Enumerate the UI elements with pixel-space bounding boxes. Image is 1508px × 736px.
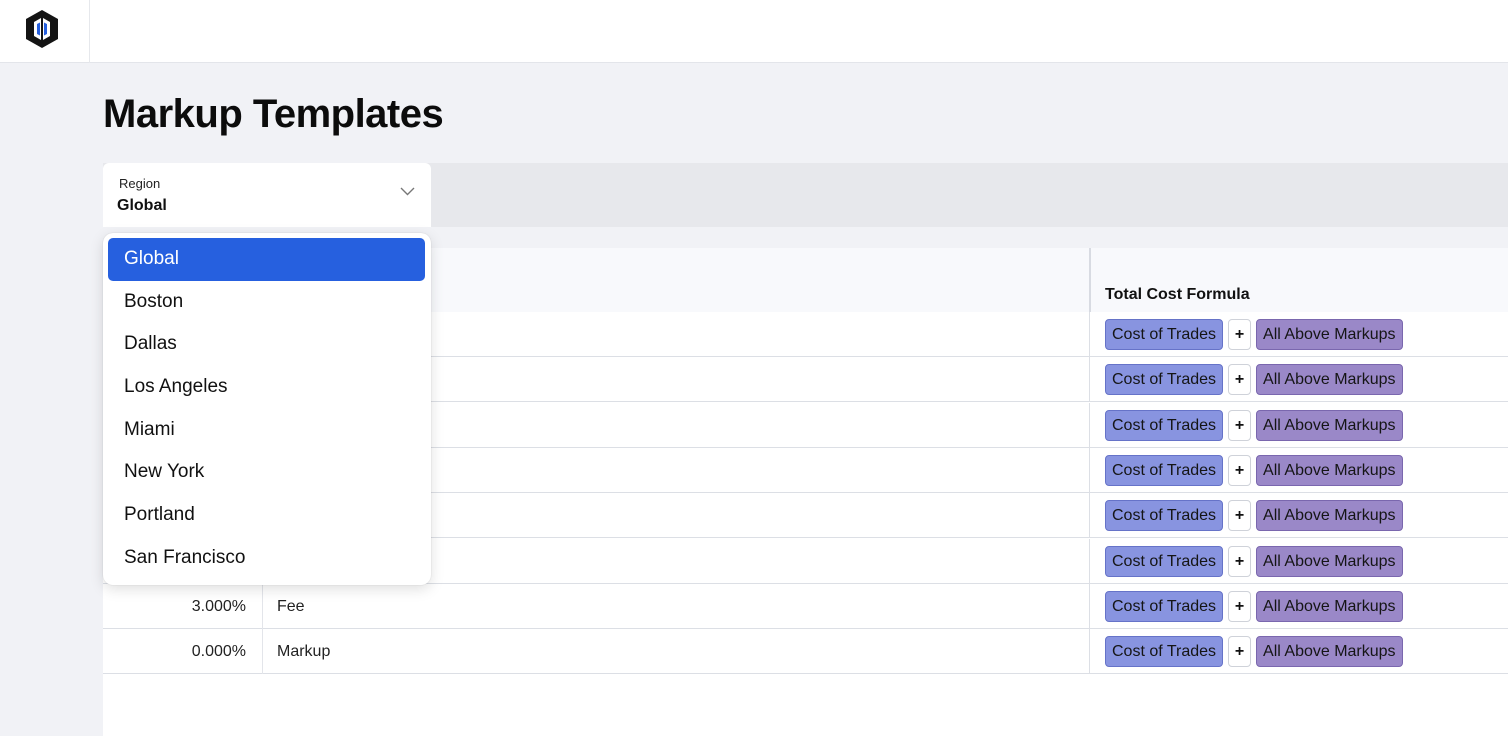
region-option[interactable]: Los Angeles xyxy=(108,366,425,409)
formula-chip-cost-of-trades[interactable]: Cost of Trades xyxy=(1105,590,1224,622)
table-row[interactable]: 3.000% Fee Cost of Trades + All Above Markup… xyxy=(103,583,1508,629)
page-title: Markup Templates xyxy=(103,92,444,136)
formula-chip-all-above-markups[interactable]: All Above Markups xyxy=(1256,319,1403,350)
region-select-label: Region xyxy=(119,176,161,191)
formula-chip-all-above-markups[interactable]: All Above Markups xyxy=(1256,409,1403,441)
formula-cell: Cost of Trades + All Above Markups xyxy=(1105,364,1403,396)
formula-chip-cost-of-trades[interactable]: Cost of Trades xyxy=(1105,545,1224,577)
formula-operator-plus[interactable]: + xyxy=(1228,454,1252,486)
markup-name[interactable]: Markup xyxy=(263,629,1090,675)
formula-chip-all-above-markups[interactable]: All Above Markups xyxy=(1256,636,1403,668)
formula-operator-plus[interactable]: + xyxy=(1228,590,1252,622)
markup-name[interactable]: Fee xyxy=(263,583,1090,629)
formula-cell: Cost of Trades + All Above Markups xyxy=(1105,500,1403,532)
formula-operator-plus[interactable]: + xyxy=(1228,545,1252,577)
region-dropdown-menu: Global Boston Dallas Los Angeles Miami New Yo… xyxy=(103,233,431,585)
formula-chip-all-above-markups[interactable]: All Above Markups xyxy=(1256,590,1403,622)
markup-percent[interactable]: 0.000% xyxy=(103,629,263,675)
formula-cell: Cost of Trades + All Above Markups xyxy=(1105,590,1403,622)
formula-chip-cost-of-trades[interactable]: Cost of Trades xyxy=(1105,454,1224,486)
chevron-down-icon[interactable] xyxy=(400,187,415,196)
formula-chip-all-above-markups[interactable]: All Above Markups xyxy=(1256,500,1403,532)
region-option[interactable]: Global xyxy=(108,238,425,281)
formula-cell: Cost of Trades + All Above Markups xyxy=(1105,545,1403,577)
logo-cell[interactable] xyxy=(0,0,90,63)
formula-chip-all-above-markups[interactable]: All Above Markups xyxy=(1256,454,1403,486)
region-select[interactable]: Region Global xyxy=(103,163,431,227)
formula-cell: Cost of Trades + All Above Markups xyxy=(1105,636,1403,668)
formula-operator-plus[interactable]: + xyxy=(1228,364,1252,396)
column-header-total-cost-formula[interactable]: Total Cost Formula xyxy=(1105,286,1250,304)
formula-operator-plus[interactable]: + xyxy=(1228,409,1252,441)
region-option[interactable]: New York xyxy=(108,451,425,494)
formula-chip-all-above-markups[interactable]: All Above Markups xyxy=(1256,545,1403,577)
formula-chip-cost-of-trades[interactable]: Cost of Trades xyxy=(1105,500,1224,532)
formula-operator-plus[interactable]: + xyxy=(1228,500,1252,532)
region-option[interactable]: Dallas xyxy=(108,323,425,366)
formula-cell: Cost of Trades + All Above Markups xyxy=(1105,409,1403,441)
formula-chip-cost-of-trades[interactable]: Cost of Trades xyxy=(1105,364,1224,396)
formula-chip-all-above-markups[interactable]: All Above Markups xyxy=(1256,364,1403,396)
region-option[interactable]: Boston xyxy=(108,281,425,324)
formula-chip-cost-of-trades[interactable]: Cost of Trades xyxy=(1105,409,1224,441)
formula-operator-plus[interactable]: + xyxy=(1228,319,1252,350)
region-select-value: Global xyxy=(117,197,167,214)
formula-chip-cost-of-trades[interactable]: Cost of Trades xyxy=(1105,636,1224,668)
app-logo-icon xyxy=(26,10,58,48)
markup-percent[interactable]: 3.000% xyxy=(103,583,263,629)
formula-chip-cost-of-trades[interactable]: Cost of Trades xyxy=(1105,319,1224,350)
formula-cell: Cost of Trades + All Above Markups xyxy=(1105,454,1403,486)
region-option[interactable]: San Francisco xyxy=(108,537,425,580)
formula-cell: Cost of Trades + All Above Markups xyxy=(1105,319,1403,350)
formula-operator-plus[interactable]: + xyxy=(1228,636,1252,668)
table-row[interactable]: 0.000% Markup Cost of Trades + All Above Mar… xyxy=(103,629,1508,675)
column-divider[interactable] xyxy=(1089,248,1091,312)
top-bar xyxy=(0,0,1508,63)
region-option[interactable]: Portland xyxy=(108,494,425,537)
region-option[interactable]: Miami xyxy=(108,409,425,452)
